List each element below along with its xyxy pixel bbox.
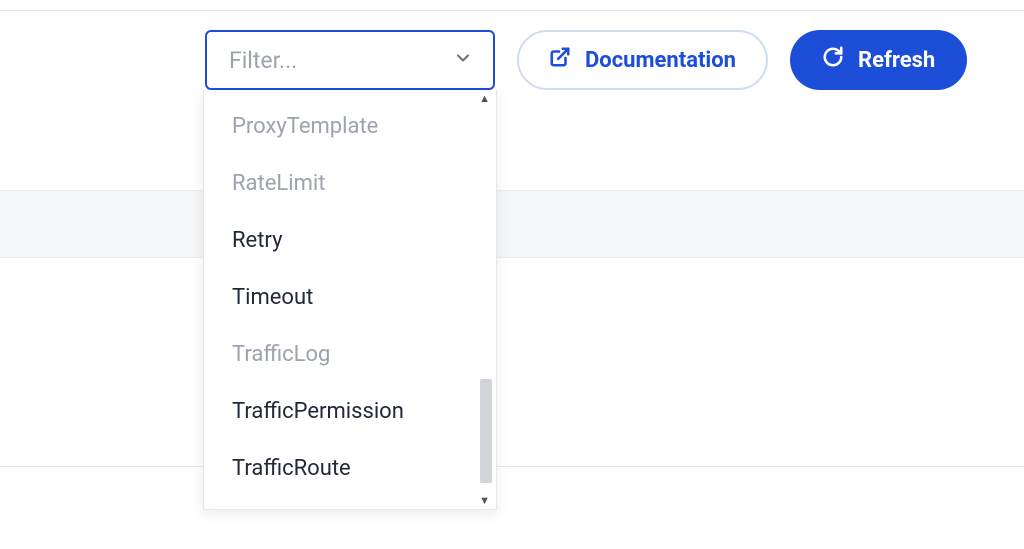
filter-select[interactable]: ▲ ProxyTemplateRateLimitRetryTimeoutTraf… xyxy=(205,30,495,90)
dropdown-option[interactable]: TrafficLog xyxy=(204,326,496,383)
documentation-button[interactable]: Documentation xyxy=(517,30,768,90)
dropdown-option[interactable]: TrafficTrace xyxy=(204,497,496,510)
scroll-down-arrow-icon[interactable]: ▼ xyxy=(479,494,490,507)
dropdown-option[interactable]: TrafficPermission xyxy=(204,383,496,440)
background-band xyxy=(0,190,1024,258)
top-divider xyxy=(0,10,1024,11)
scrollbar-track[interactable] xyxy=(480,104,492,495)
refresh-label: Refresh xyxy=(858,48,935,73)
documentation-label: Documentation xyxy=(585,48,736,73)
refresh-button[interactable]: Refresh xyxy=(790,30,967,90)
toolbar: ▲ ProxyTemplateRateLimitRetryTimeoutTraf… xyxy=(0,30,1024,90)
content-divider xyxy=(0,466,1024,467)
dropdown-option[interactable]: Retry xyxy=(204,212,496,269)
scrollbar-thumb[interactable] xyxy=(480,379,492,483)
refresh-icon xyxy=(822,46,844,74)
filter-input[interactable] xyxy=(205,30,495,90)
filter-dropdown: ▲ ProxyTemplateRateLimitRetryTimeoutTraf… xyxy=(203,90,497,510)
dropdown-option[interactable]: Timeout xyxy=(204,269,496,326)
dropdown-option[interactable]: ProxyTemplate xyxy=(204,98,496,155)
dropdown-option[interactable]: TrafficRoute xyxy=(204,440,496,497)
dropdown-option[interactable]: RateLimit xyxy=(204,155,496,212)
external-link-icon xyxy=(549,46,571,74)
